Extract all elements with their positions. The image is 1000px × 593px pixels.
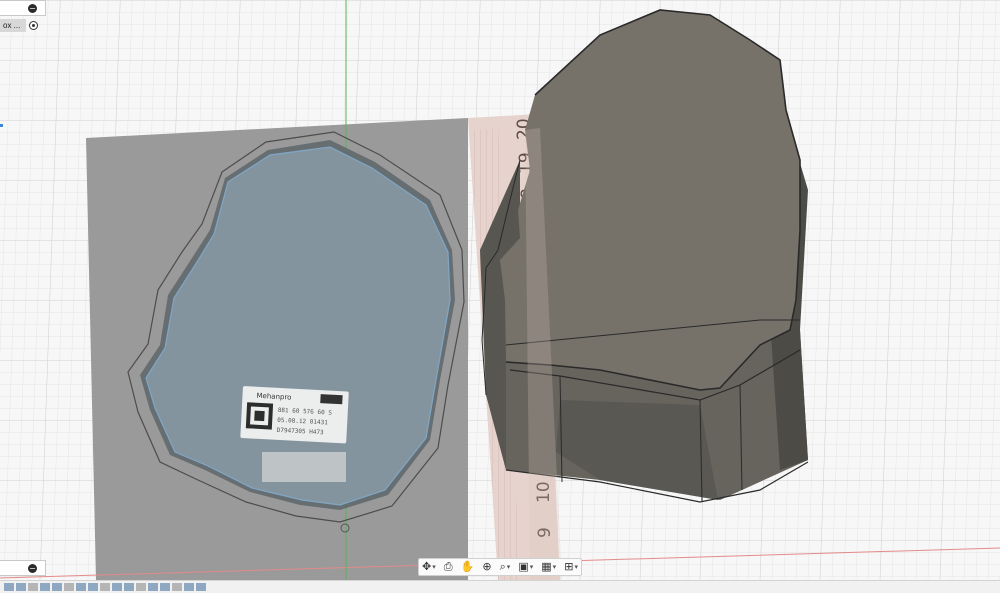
timeline-feature-icon[interactable] (64, 583, 74, 591)
hand-icon: ✋ (460, 560, 475, 573)
zoom-icon: ⊕ (482, 560, 492, 573)
timeline-bar[interactable] (0, 580, 1000, 593)
sticker-logo (320, 394, 343, 405)
display-settings[interactable]: ▣ ▾ (518, 559, 533, 575)
minus-icon: − (28, 4, 37, 13)
chevron-down-icon: ▾ (552, 563, 557, 571)
viewports[interactable]: ⊞ ▾ (564, 559, 578, 575)
chevron-down-icon: ▾ (574, 563, 578, 571)
fit-icon: ⌕ (499, 560, 506, 573)
timeline-feature-icon[interactable] (136, 583, 146, 591)
timeline-feature-icon[interactable] (88, 583, 98, 591)
grid-icon: ▦ (541, 560, 552, 573)
qr-code-dot (254, 410, 265, 422)
connector-plug (262, 452, 346, 482)
timeline-feature-icon[interactable] (4, 583, 14, 591)
monitor-icon: ▣ (518, 560, 529, 573)
timeline-feature-icon[interactable] (112, 583, 122, 591)
orbit-icon: ✥ (422, 560, 432, 573)
grid-settings[interactable]: ▦ ▾ (541, 559, 556, 575)
label-sticker: Mehanpro 881 60 576 60 S 05.08.12 01431 … (240, 386, 349, 444)
chevron-down-icon: ▾ (506, 563, 511, 571)
chevron-down-icon: ▾ (432, 563, 436, 571)
browser-top-toggle[interactable]: − (0, 0, 46, 16)
timeline-feature-icon[interactable] (28, 583, 38, 591)
3d-viewport[interactable]: 9 10 11 12 13 14 15 16 17 18 19 20 Mehan… (0, 0, 1000, 592)
timeline-feature-icon[interactable] (16, 583, 26, 591)
timeline-feature-icon[interactable] (100, 583, 110, 591)
browser-marker (0, 124, 3, 127)
layer-name-label: ox ... (0, 19, 26, 32)
browser-layer-item[interactable]: ox ... (0, 18, 40, 33)
look-at-icon: ⎙ (443, 560, 453, 573)
timeline-feature-icon[interactable] (148, 583, 158, 591)
viewports-icon: ⊞ (564, 560, 574, 573)
timeline-feature-icon[interactable] (160, 583, 170, 591)
minus-icon: − (28, 564, 37, 573)
visibility-radio-icon[interactable] (29, 21, 38, 30)
timeline-feature-icon[interactable] (124, 583, 134, 591)
timeline-feature-icon[interactable] (76, 583, 86, 591)
timeline-feature-icon[interactable] (172, 583, 182, 591)
timeline-feature-icon[interactable] (184, 583, 194, 591)
look-at-tool[interactable]: ⎙ (444, 559, 453, 575)
zoom-tool[interactable]: ⊕ (482, 559, 491, 575)
timeline-feature-icon[interactable] (52, 583, 62, 591)
timeline-feature-icon[interactable] (196, 583, 206, 591)
orbit-tool[interactable]: ✥ ▾ (422, 559, 436, 575)
chevron-down-icon: ▾ (529, 563, 534, 571)
timeline-feature-icon[interactable] (40, 583, 50, 591)
pan-tool[interactable]: ✋ (461, 559, 475, 575)
fit-tool[interactable]: ⌕ ▾ (500, 559, 511, 575)
navigation-toolbar: ✥ ▾ ⎙ ✋ ⊕ ⌕ ▾ ▣ ▾ ▦ ▾ ⊞ ▾ (418, 558, 582, 576)
browser-bottom-toggle[interactable]: − (0, 560, 46, 576)
